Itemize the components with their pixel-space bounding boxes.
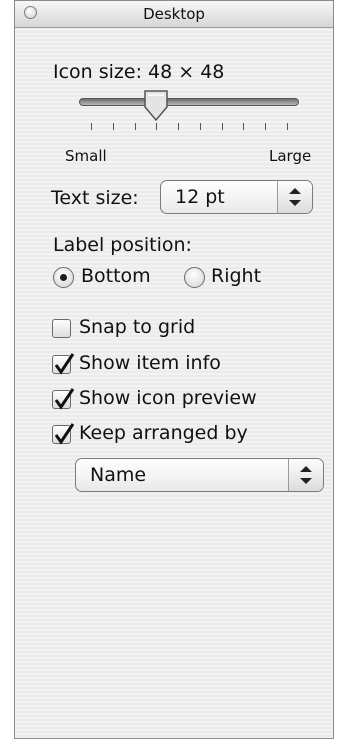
slider-tick <box>91 123 92 130</box>
radio-bottom[interactable] <box>53 267 74 288</box>
popup-arrows-icon <box>277 181 312 213</box>
radio-selected-dot <box>60 274 67 281</box>
icon-size-slider[interactable] <box>79 98 299 106</box>
slider-min-label: Small <box>65 147 107 165</box>
text-size-popup[interactable]: 12 pt <box>160 180 313 214</box>
label-position-label: Label position: <box>53 234 192 256</box>
slider-thumb[interactable] <box>143 89 169 123</box>
arrange-by-popup[interactable]: Name <box>75 458 324 492</box>
checkbox-show-icon-preview-label: Show icon preview <box>79 387 257 409</box>
slider-tick <box>134 123 136 130</box>
checkbox-show-item-info[interactable] <box>52 353 75 375</box>
slider-tick <box>156 123 158 130</box>
checkmark-icon <box>54 353 75 375</box>
desktop-view-options-window: Desktop Icon size: 48 × 48 Small Large T… <box>14 0 334 739</box>
popup-arrows-icon <box>288 459 323 491</box>
icon-size-label: Icon size: 48 × 48 <box>53 61 225 83</box>
checkmark-icon <box>54 388 75 410</box>
slider-tick <box>221 123 223 130</box>
text-size-value: 12 pt <box>175 186 225 208</box>
checkbox-show-item-info-label: Show item info <box>79 352 221 374</box>
radio-right[interactable] <box>184 267 205 288</box>
checkbox-keep-arranged-by[interactable] <box>52 423 75 445</box>
slider-max-label: Large <box>269 147 312 165</box>
slider-tick <box>243 123 245 130</box>
radio-bottom-label: Bottom <box>81 265 151 287</box>
checkbox-keep-arranged-by-label: Keep arranged by <box>79 422 248 444</box>
slider-tick <box>287 123 288 130</box>
radio-right-label: Right <box>211 265 262 287</box>
checkbox-snap-to-grid-label: Snap to grid <box>79 316 196 338</box>
arrange-by-value: Name <box>90 464 147 486</box>
slider-tick <box>112 123 114 130</box>
checkmark-icon <box>54 423 75 445</box>
checkbox-snap-to-grid[interactable] <box>52 319 71 338</box>
slider-tick <box>178 123 180 130</box>
text-size-label: Text size: <box>51 187 139 209</box>
slider-tick <box>265 123 267 130</box>
window-title: Desktop <box>143 5 205 23</box>
title-bar[interactable]: Desktop <box>15 1 333 28</box>
checkbox-show-icon-preview[interactable] <box>52 388 75 410</box>
slider-tick <box>199 123 201 130</box>
